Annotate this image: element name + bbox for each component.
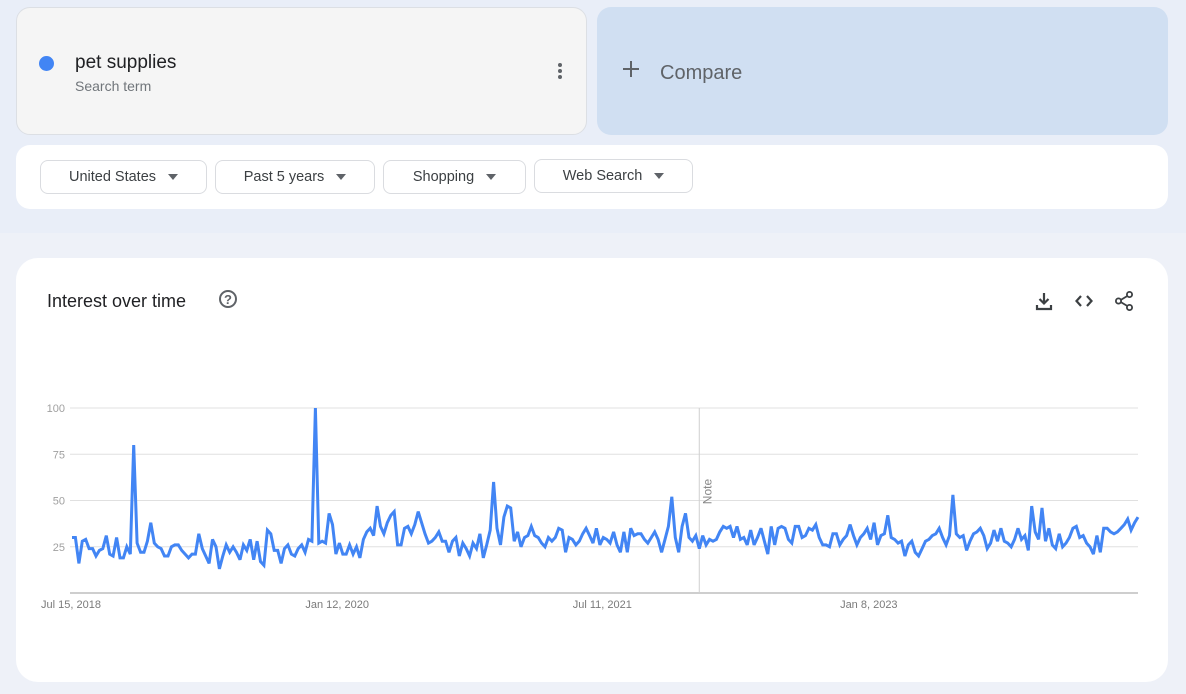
plus-icon xyxy=(621,59,641,79)
interest-line-chart: Note 25 50 75 100 Jul 15, 2018 Jan 12, 2020 Ju… xyxy=(41,403,1140,611)
y-tick-label: 50 xyxy=(53,496,65,508)
time-range-filter-label: Past 5 years xyxy=(243,169,325,185)
y-tick-label: 75 xyxy=(53,449,65,461)
x-tick-label: Jul 11, 2021 xyxy=(573,599,632,611)
search-type-filter-label: Web Search xyxy=(562,168,643,184)
y-tick-label: 25 xyxy=(53,542,65,554)
interest-over-time-card: Interest over time ? Note 25 50 75 100 Jul 1… xyxy=(16,258,1168,682)
dropdown-caret-icon xyxy=(654,173,665,179)
dropdown-caret-icon xyxy=(168,174,179,180)
note-annotation-label: Note xyxy=(700,479,714,505)
filter-bar: United States Past 5 years Shopping Web … xyxy=(16,145,1168,209)
compare-button[interactable]: Compare xyxy=(597,7,1168,135)
more-options-icon[interactable] xyxy=(553,63,567,81)
dropdown-caret-icon xyxy=(486,174,497,180)
series-color-dot xyxy=(39,56,54,71)
time-range-filter-dropdown[interactable]: Past 5 years xyxy=(215,160,375,194)
compare-label: Compare xyxy=(660,62,743,84)
x-tick-label: Jan 12, 2020 xyxy=(305,599,369,611)
search-type-filter-dropdown[interactable]: Web Search xyxy=(534,159,693,193)
category-filter-dropdown[interactable]: Shopping xyxy=(383,160,526,194)
region-filter-label: United States xyxy=(68,169,157,185)
category-filter-label: Shopping xyxy=(412,169,475,185)
x-tick-label: Jul 15, 2018 xyxy=(41,599,101,611)
search-term-card[interactable]: pet supplies Search term xyxy=(16,7,587,135)
search-term-type: Search term xyxy=(75,78,152,94)
x-tick-label: Jan 8, 2023 xyxy=(840,599,898,611)
region-filter-dropdown[interactable]: United States xyxy=(40,160,207,194)
dropdown-caret-icon xyxy=(336,174,347,180)
query-panel: pet supplies Search term Compare United … xyxy=(0,0,1186,233)
search-term-label: pet supplies xyxy=(75,52,177,73)
series-line-pet-supplies xyxy=(72,407,1140,570)
y-tick-label: 100 xyxy=(47,403,65,415)
